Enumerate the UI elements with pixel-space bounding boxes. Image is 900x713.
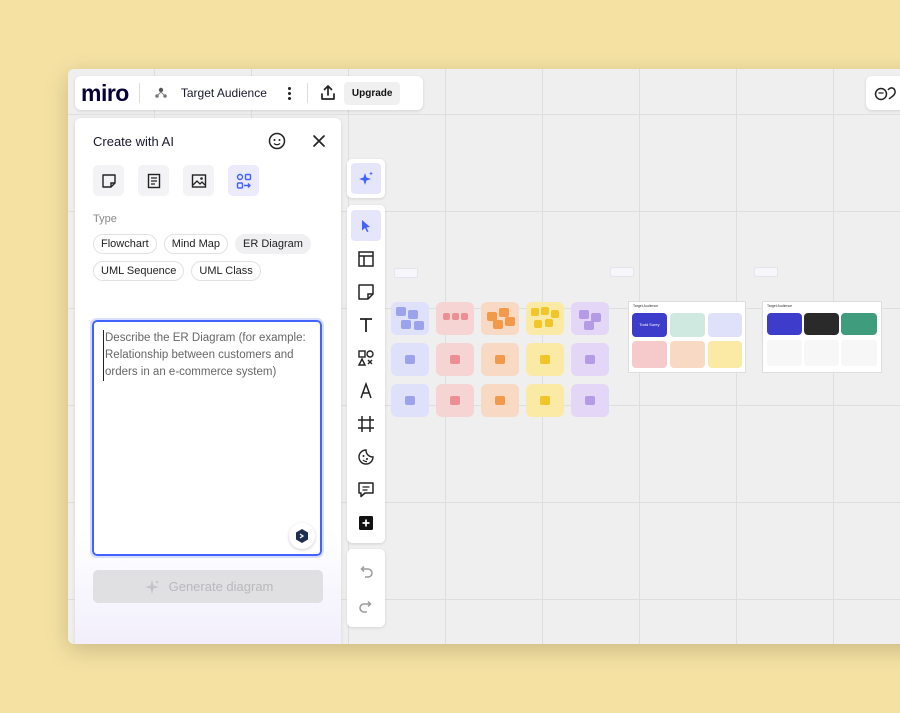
frame-label[interactable] bbox=[754, 267, 778, 277]
canvas[interactable]: Target Audience Todd Surey Target Audien… bbox=[68, 69, 900, 644]
sticky-cluster[interactable] bbox=[481, 384, 519, 417]
sticky-cluster[interactable] bbox=[526, 384, 564, 417]
mini-cluster bbox=[841, 340, 877, 366]
sticky-cluster[interactable] bbox=[571, 302, 609, 335]
sticky-cluster[interactable] bbox=[526, 343, 564, 376]
sticky-cluster[interactable] bbox=[571, 384, 609, 417]
persona-card[interactable] bbox=[767, 313, 802, 335]
mini-cluster bbox=[670, 341, 705, 368]
mini-cluster bbox=[804, 340, 839, 366]
board-card-title: Target Audience bbox=[633, 304, 659, 308]
mini-cluster bbox=[708, 341, 742, 368]
sticky-cluster[interactable] bbox=[391, 343, 429, 376]
sticky-cluster[interactable] bbox=[436, 384, 474, 417]
sticky-cluster[interactable] bbox=[436, 302, 474, 335]
mini-cluster bbox=[632, 341, 667, 368]
persona-label: Todd Surey bbox=[639, 322, 660, 327]
sticky-cluster[interactable] bbox=[391, 302, 429, 335]
frame-label[interactable] bbox=[610, 267, 634, 277]
frame-label[interactable] bbox=[394, 268, 418, 278]
persona-card[interactable] bbox=[804, 313, 839, 335]
sticky-cluster[interactable] bbox=[436, 343, 474, 376]
sticky-cluster[interactable] bbox=[391, 384, 429, 417]
target-audience-board-2[interactable]: Target Audience bbox=[762, 301, 882, 373]
persona-card[interactable] bbox=[841, 313, 877, 335]
app-window: miro Target Audience Upgrade Create with… bbox=[68, 69, 900, 644]
persona-card[interactable]: Todd Surey bbox=[632, 313, 667, 337]
sticky-cluster[interactable] bbox=[571, 343, 609, 376]
target-audience-board-1[interactable]: Target Audience Todd Surey bbox=[628, 301, 746, 373]
mini-cluster bbox=[708, 313, 742, 337]
mini-cluster bbox=[767, 340, 802, 366]
sticky-cluster[interactable] bbox=[481, 302, 519, 335]
sticky-cluster[interactable] bbox=[481, 343, 519, 376]
sticky-cluster[interactable] bbox=[526, 302, 564, 335]
board-card-title: Target Audience bbox=[767, 304, 793, 308]
mini-cluster bbox=[670, 313, 705, 337]
